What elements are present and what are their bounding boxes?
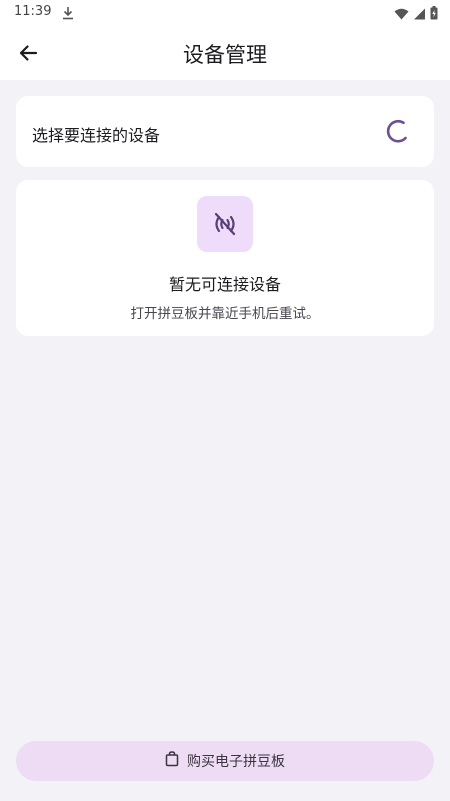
loading-spinner-icon — [384, 118, 410, 144]
signal-icon — [413, 5, 426, 24]
empty-state-subtitle: 打开拼豆板并靠近手机后重试。 — [130, 306, 320, 322]
buy-board-button[interactable]: 购买电子拼豆板 — [16, 741, 434, 781]
wifi-icon — [394, 5, 409, 24]
battery-charging-icon — [430, 5, 438, 24]
empty-state-card: 暂无可连接设备 打开拼豆板并靠近手机后重试。 — [16, 180, 434, 336]
no-signal-icon-box — [197, 196, 253, 252]
no-signal-icon — [214, 212, 236, 236]
device-select-label: 选择要连接的设备 — [32, 126, 161, 145]
status-time: 11:39 — [14, 4, 52, 19]
status-bar: 11:39 — [0, 0, 450, 26]
app-bar: 设备管理 — [0, 26, 450, 80]
shopping-bag-icon — [165, 751, 179, 771]
page-title: 设备管理 — [183, 43, 267, 67]
download-icon — [62, 5, 74, 20]
buy-board-label: 购买电子拼豆板 — [187, 754, 285, 770]
device-select-card[interactable]: 选择要连接的设备 — [16, 96, 434, 167]
empty-state-title: 暂无可连接设备 — [168, 275, 281, 294]
